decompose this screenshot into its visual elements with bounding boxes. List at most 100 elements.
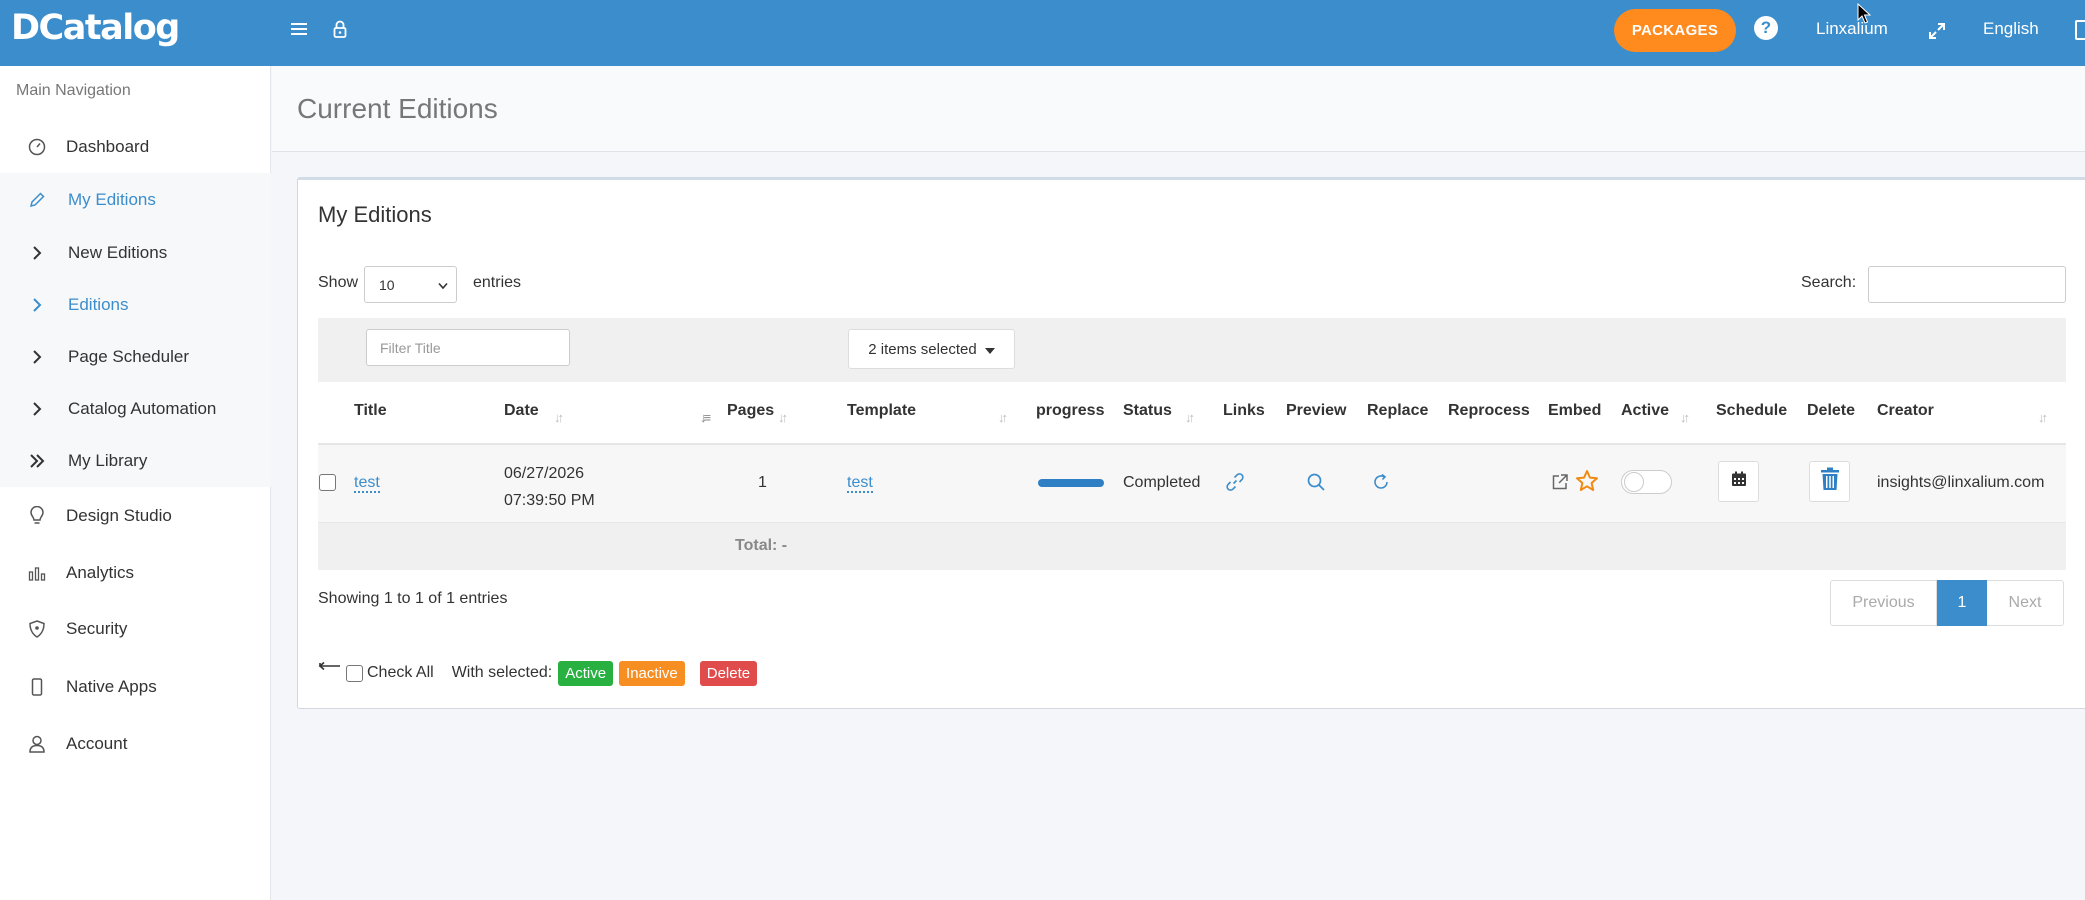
col-header-embed: Embed	[1548, 402, 1602, 419]
caret-down-icon	[984, 341, 995, 358]
sort-icon[interactable]: ↓↑	[1185, 410, 1195, 425]
lock-icon[interactable]	[330, 18, 350, 40]
sidebar-item-label: My Library	[68, 451, 148, 470]
pagination: Previous 1 Next	[1830, 580, 2064, 626]
pagination-page-1[interactable]: 1	[1937, 580, 1987, 626]
filter-title-input[interactable]: Filter Title	[366, 329, 570, 366]
sidebar-item-page-scheduler[interactable]: Page Scheduler	[0, 331, 271, 383]
active-toggle[interactable]	[1621, 470, 1672, 494]
column-select-dropdown[interactable]: 2 items selected	[848, 329, 1015, 369]
col-header-active[interactable]: Active	[1621, 402, 1669, 420]
fullscreen-icon[interactable]	[1926, 20, 1948, 42]
edition-title-link[interactable]: test	[354, 474, 380, 493]
my-editions-box: My Editions Show 10 entries Search: Filt…	[297, 177, 2085, 709]
show-label: Show	[318, 274, 359, 291]
page-length-select[interactable]: 10	[364, 266, 457, 303]
pagination-previous[interactable]: Previous	[1830, 580, 1937, 626]
chevron-right-icon	[26, 402, 48, 416]
search-preview-icon[interactable]	[1305, 471, 1327, 493]
edition-pages: 1	[758, 474, 767, 491]
language-selector[interactable]: English	[1983, 19, 2039, 39]
bulk-inactive-button[interactable]: Inactive	[619, 660, 685, 686]
sidebar-item-label: Design Studio	[66, 506, 172, 525]
logo[interactable]: DCatalog	[11, 8, 180, 48]
sidebar-item-label: Catalog Automation	[68, 399, 217, 418]
sort-icon[interactable]: ↓↑	[1680, 410, 1690, 425]
check-all-checkbox[interactable]	[346, 664, 363, 682]
sidebar-item-dashboard[interactable]: Dashboard	[0, 121, 271, 173]
sidebar-item-account[interactable]: Account	[0, 718, 271, 770]
sort-icon[interactable]: ↓↑	[998, 410, 1008, 425]
sidebar-item-my-library[interactable]: My Library	[0, 435, 271, 487]
schedule-button[interactable]	[1718, 461, 1759, 502]
panel-toggle-icon[interactable]	[2075, 20, 2085, 40]
pencil-icon	[26, 191, 48, 209]
page-length-value: 10	[379, 276, 395, 293]
delete-button[interactable]	[1809, 461, 1850, 502]
sort-icon[interactable]: ↓↑	[2038, 410, 2048, 425]
table-footer-row	[318, 523, 2066, 570]
pages-total: Total: -	[735, 537, 788, 554]
col-header-creator[interactable]: Creator	[1877, 402, 1934, 420]
double-chevron-right-icon	[26, 454, 48, 468]
gauge-icon	[26, 138, 48, 156]
template-link[interactable]: test	[847, 474, 873, 493]
col-header-pages[interactable]: Pages	[727, 402, 774, 420]
sidebar-item-label: Native Apps	[66, 677, 157, 696]
sidebar-header: Main Navigation	[16, 82, 131, 99]
with-selected-label: With selected:	[451, 664, 553, 681]
sidebar-item-label: Editions	[68, 295, 129, 314]
sidebar-item-label: Security	[66, 619, 128, 638]
hamburger-menu-icon[interactable]	[289, 18, 309, 40]
refresh-icon[interactable]	[1370, 471, 1392, 493]
pagination-next[interactable]: Next	[1987, 580, 2064, 626]
col-header-template[interactable]: Template	[847, 402, 916, 420]
calendar-icon	[1731, 471, 1747, 492]
search-input[interactable]	[1868, 266, 2066, 303]
bulk-delete-button[interactable]: Delete	[699, 660, 758, 686]
sort-desc-icon[interactable]: ↓≡	[700, 410, 711, 425]
bar-chart-icon	[26, 565, 48, 581]
help-icon[interactable]: ?	[1754, 16, 1778, 40]
shield-icon	[26, 620, 48, 638]
edition-creator: insights@linxalium.com	[1877, 474, 2045, 491]
link-icon[interactable]	[1224, 471, 1246, 493]
sidebar-item-label: Dashboard	[66, 137, 150, 156]
sidebar-item-new-editions[interactable]: New Editions	[0, 227, 271, 279]
col-header-status[interactable]: Status	[1123, 402, 1172, 420]
box-title: My Editions	[318, 202, 432, 227]
sidebar-item-label: New Editions	[68, 243, 168, 262]
col-header-date[interactable]: Date	[504, 402, 539, 420]
sidebar-item-label: Analytics	[66, 563, 135, 582]
row-checkbox[interactable]	[319, 474, 336, 491]
sidebar-item-my-editions[interactable]: My Editions	[0, 173, 271, 227]
sidebar-item-analytics[interactable]: Analytics	[0, 547, 271, 599]
table-info: Showing 1 to 1 of 1 entries	[318, 590, 508, 607]
sidebar-item-editions[interactable]: Editions	[0, 279, 271, 331]
edition-date-time: 07:39:50 PM	[504, 492, 595, 509]
sort-icon[interactable]: ↓↑	[778, 410, 788, 425]
sidebar-item-catalog-automation[interactable]: Catalog Automation	[0, 383, 271, 435]
sidebar-item-label: My Editions	[68, 190, 156, 209]
content-header: Current Editions	[272, 66, 2085, 152]
external-link-icon[interactable]	[1550, 472, 1570, 492]
sidebar-item-security[interactable]: Security	[0, 603, 271, 655]
page-title: Current Editions	[297, 93, 498, 124]
bulk-actions: Check All With selected: Active Inactive…	[318, 658, 758, 688]
star-icon[interactable]	[1574, 468, 1600, 494]
edition-status: Completed	[1123, 474, 1201, 491]
sort-icon[interactable]: ↓↑	[554, 410, 564, 425]
sidebar-item-design-studio[interactable]: Design Studio	[0, 490, 271, 542]
mouse-cursor-icon	[1857, 2, 1872, 30]
chevron-right-icon	[26, 298, 48, 312]
progress-bar	[1038, 479, 1104, 487]
top-navbar: DCatalog PACKAGES ? Linxalium English	[0, 0, 2085, 66]
edition-date: 06/27/2026 07:39:50 PM	[504, 460, 595, 514]
check-all-label[interactable]: Check All	[367, 664, 434, 682]
toggle-knob	[1624, 472, 1644, 492]
sidebar-item-native-apps[interactable]: Native Apps	[0, 661, 271, 713]
bulk-active-button[interactable]: Active	[558, 660, 614, 686]
packages-button[interactable]: PACKAGES	[1614, 9, 1736, 52]
user-menu[interactable]: Linxalium	[1816, 19, 1888, 39]
col-header-title[interactable]: Title	[354, 402, 387, 420]
